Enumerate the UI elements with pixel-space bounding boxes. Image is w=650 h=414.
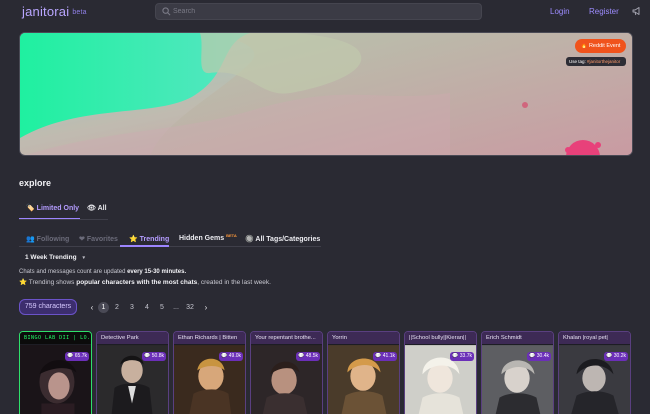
prev-page-button[interactable]: ‹ xyxy=(86,302,98,314)
use-tag-value: #janitorthejanitor xyxy=(587,59,621,64)
active-tab-indicator xyxy=(120,245,169,247)
info-text-bold: popular characters with the most chats xyxy=(76,279,198,286)
tag-circle-icon: 🔘 xyxy=(245,236,254,243)
next-page-button[interactable]: › xyxy=(200,302,212,314)
eye-icon: 👁 xyxy=(87,205,96,212)
tab-favorites[interactable]: ❤ Favorites xyxy=(79,235,118,243)
trend-period-dropdown[interactable]: 1 Week Trending ▾ xyxy=(25,254,85,261)
card-name: Your repentant brothe... xyxy=(251,332,322,344)
card-name: Khalan |royal pet| xyxy=(559,332,630,344)
tab-all[interactable]: 👁 All xyxy=(87,204,107,212)
tab-all-tags[interactable]: 🔘 All Tags/Categories xyxy=(245,235,320,243)
chat-count-badge: 💬 48.5k xyxy=(296,352,320,361)
tab-trending[interactable]: ⭐ Trending xyxy=(129,235,169,243)
search-icon xyxy=(162,7,171,16)
character-card[interactable]: Detective Park 💬 50.8k xyxy=(96,331,169,414)
star-icon: ⭐ xyxy=(129,236,138,243)
tab-hidden-gems[interactable]: Hidden Gems BETA xyxy=(179,233,237,242)
page-button[interactable]: 5 xyxy=(156,302,168,314)
tab-label: All xyxy=(97,205,107,212)
tag-icon: 🏷️ xyxy=(26,205,35,212)
chat-count-badge: 💬 41.1k xyxy=(373,352,397,361)
register-link[interactable]: Register xyxy=(589,7,619,16)
character-card[interactable]: Your repentant brothe... 💬 48.5k xyxy=(250,331,323,414)
tab-label: Trending xyxy=(139,236,170,243)
chevron-down-icon: ▾ xyxy=(82,255,86,261)
reddit-event-button[interactable]: 🔥 Reddit Event xyxy=(575,39,626,53)
info-text: Chats and messages count are updated xyxy=(19,269,128,275)
explore-heading: explore xyxy=(19,178,52,188)
page-button[interactable]: 2 xyxy=(111,302,123,314)
character-count-badge: 759 characters xyxy=(19,299,77,315)
top-nav: janitoraibeta Login Register xyxy=(0,0,650,24)
card-name: Ethan Richards | Bitten xyxy=(174,332,245,344)
chat-count-badge: 💬 33.7k xyxy=(450,352,474,361)
page-button[interactable]: 32 xyxy=(184,302,196,314)
card-name: Yorrin xyxy=(328,332,399,344)
card-name: Detective Park xyxy=(97,332,168,344)
trend-period-label: 1 Week Trending xyxy=(25,254,77,261)
people-icon: 👥 xyxy=(26,236,35,243)
tab-label: Following xyxy=(36,236,70,243)
chat-count-badge: 💬 50.8k xyxy=(142,352,166,361)
login-link[interactable]: Login xyxy=(550,7,570,16)
banner-art xyxy=(20,33,632,155)
use-tag-prefix: Use tag: xyxy=(569,59,588,64)
character-card[interactable]: Ethan Richards | Bitten 💬 49.0k xyxy=(173,331,246,414)
megaphone-icon[interactable] xyxy=(632,6,642,16)
page-button[interactable]: 3 xyxy=(126,302,138,314)
character-card[interactable]: BINGO LAB DII | LO... 💬 65.7k xyxy=(19,331,92,414)
category-tabs: 👥 Following ❤ Favorites ⭐ Trending Hidde… xyxy=(19,230,321,248)
chat-count-badge: 💬 30.2k xyxy=(604,352,628,361)
tab-label: Favorites xyxy=(86,236,118,243)
card-name: ||School bully||Kieran|| xyxy=(405,332,476,344)
beta-badge: BETA xyxy=(226,233,237,238)
page-ellipsis: ... xyxy=(173,304,179,311)
page-button[interactable]: 1 xyxy=(98,302,109,313)
beta-badge: beta xyxy=(72,9,87,16)
search-bar[interactable] xyxy=(155,3,482,20)
divider xyxy=(19,246,321,247)
character-card[interactable]: Yorrin 💬 41.1k xyxy=(327,331,400,414)
chat-count-badge: 💬 65.7k xyxy=(65,352,89,361)
update-info: Chats and messages count are updated eve… xyxy=(19,269,186,275)
tab-following[interactable]: 👥 Following xyxy=(26,235,69,243)
tab-limited-only[interactable]: 🏷️ Limited Only xyxy=(26,204,79,212)
character-card[interactable]: ||School bully||Kieran|| 💬 33.7k xyxy=(404,331,477,414)
info-text: , created in the last week. xyxy=(197,279,271,286)
divider xyxy=(19,219,108,220)
tab-label: Hidden Gems xyxy=(179,235,225,242)
event-banner[interactable] xyxy=(19,32,633,156)
character-card[interactable]: Khalan |royal pet| 💬 30.2k xyxy=(558,331,631,414)
chat-count-badge: 💬 30.4k xyxy=(527,352,551,361)
info-text: ⭐ Trending shows xyxy=(19,279,77,286)
chat-count-badge: 💬 49.0k xyxy=(219,352,243,361)
card-name: BINGO LAB DII | LO... xyxy=(20,332,91,344)
trending-info: ⭐ Trending shows popular characters with… xyxy=(19,278,271,286)
page-button[interactable]: 4 xyxy=(141,302,153,314)
search-input[interactable] xyxy=(173,5,473,18)
card-name: Erich Schmidt xyxy=(482,332,553,344)
logo-text[interactable]: janitorai xyxy=(22,4,69,19)
logo[interactable]: janitorai beta xyxy=(22,4,87,19)
use-tag-badge: Use tag: #janitorthejanitor xyxy=(566,57,626,66)
character-card[interactable]: Erich Schmidt 💬 30.4k xyxy=(481,331,554,414)
heart-icon: ❤ xyxy=(79,236,85,243)
info-text-bold: every 15-30 minutes. xyxy=(127,269,187,275)
tab-label: Limited Only xyxy=(36,205,80,212)
tab-label: All Tags/Categories xyxy=(255,236,321,243)
